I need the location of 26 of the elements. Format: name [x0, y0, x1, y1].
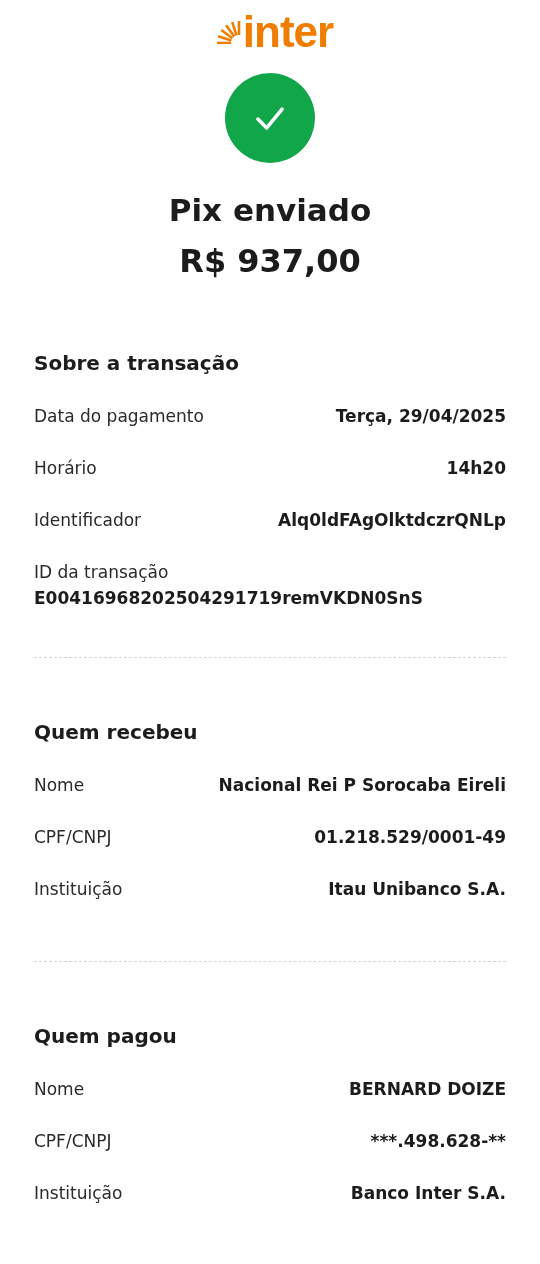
section-heading: Quem pagou: [34, 1023, 178, 1050]
amount: R$ 937,00: [178, 241, 362, 282]
status-title: Pix enviado: [167, 191, 373, 230]
field-value: E00416968202504291719remVKDN0SnS: [34, 587, 424, 610]
field-label: Instituição: [34, 1182, 123, 1205]
section-heading: Quem recebeu: [34, 719, 199, 746]
logo-text: inter: [242, 10, 334, 54]
field-label: Horário: [34, 457, 97, 480]
field-value: Itau Unibanco S.A.: [328, 878, 506, 901]
field-label: Identificador: [34, 509, 142, 532]
field-value: Alq0ldFAgOlktdczrQNLp: [278, 509, 506, 532]
field-label: Data do pagamento: [34, 405, 204, 428]
field-value: 14h20: [446, 457, 506, 480]
field-value: Terça, 29/04/2025: [335, 405, 506, 428]
field-label: CPF/CNPJ: [34, 826, 112, 849]
field-value: BERNARD DOIZE: [349, 1078, 506, 1101]
field-value: Nacional Rei P Sorocaba Eireli: [218, 774, 506, 797]
field-label: CPF/CNPJ: [34, 1130, 112, 1153]
field-label: Nome: [34, 774, 85, 797]
field-value: ***.498.628-**: [370, 1130, 506, 1153]
section-heading: Sobre a transação: [34, 350, 240, 377]
field-label: Instituição: [34, 878, 123, 901]
field-value: Banco Inter S.A.: [350, 1182, 506, 1205]
field-value: 01.218.529/0001-49: [314, 826, 506, 849]
field-label: Nome: [34, 1078, 85, 1101]
field-label: ID da transação: [34, 561, 170, 584]
